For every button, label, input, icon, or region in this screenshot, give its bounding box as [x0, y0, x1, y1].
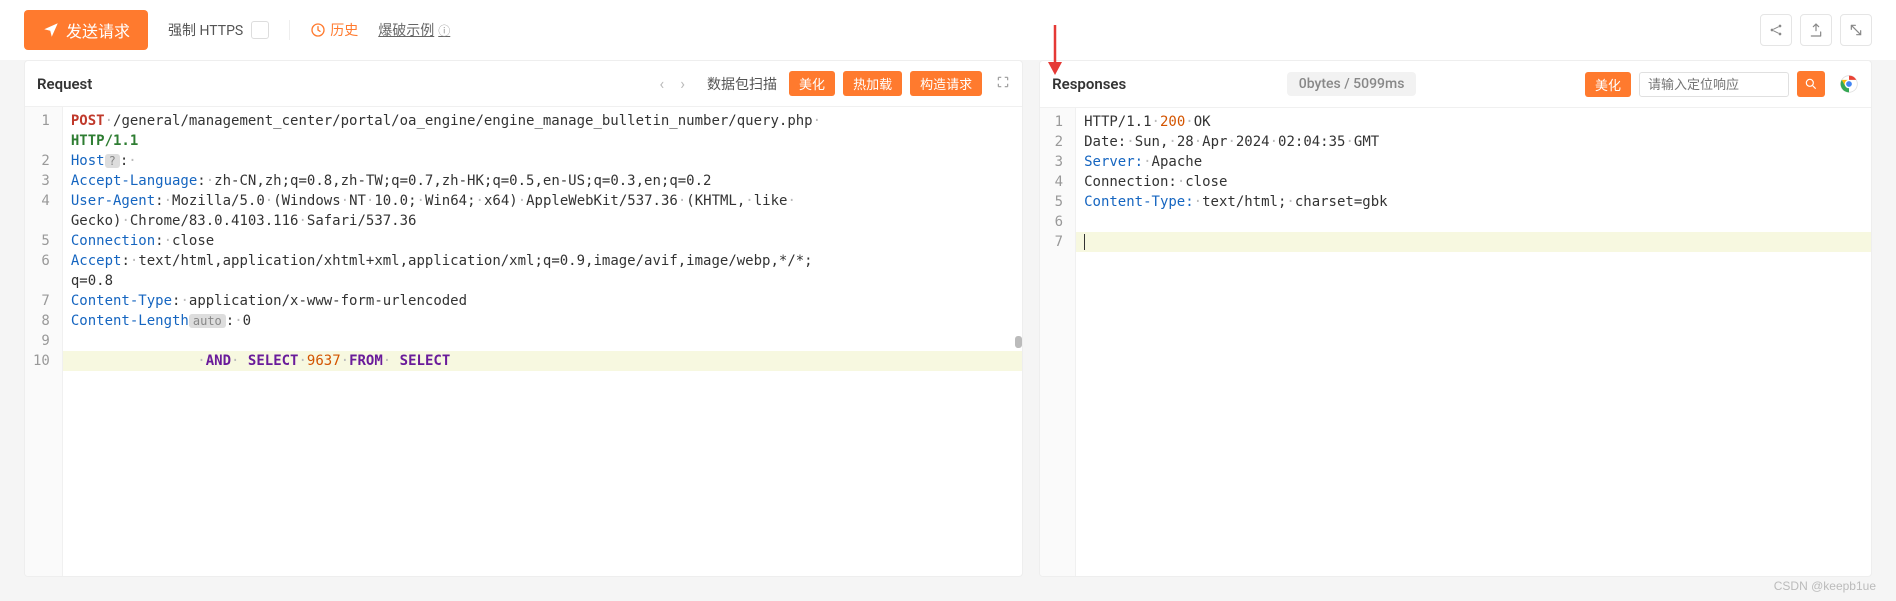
build-request-button[interactable]: 构造请求: [910, 71, 982, 96]
request-panel: Request ‹ › 数据包扫描 美化 热加载 构造请求 1234567891…: [24, 60, 1023, 577]
scrollbar-thumb[interactable]: [1015, 336, 1022, 348]
response-beautify-button[interactable]: 美化: [1585, 72, 1631, 97]
response-gutter: 1234567: [1040, 108, 1076, 576]
checkbox-icon[interactable]: [251, 21, 269, 39]
response-search-button[interactable]: [1797, 71, 1825, 97]
request-gutter: 12345678910: [25, 107, 63, 576]
response-code[interactable]: HTTP/1.1·200·OKDate:·Sun,·28·Apr·2024·02…: [1076, 108, 1871, 576]
prev-button[interactable]: ‹: [653, 72, 670, 95]
paper-plane-icon: [42, 21, 60, 39]
watermark: CSDN @keepb1ue: [1774, 579, 1876, 593]
send-request-button[interactable]: 发送请求: [24, 10, 148, 50]
response-status-pill: 0bytes / 5099ms: [1287, 72, 1417, 96]
response-title: Responses: [1052, 75, 1126, 93]
history-link[interactable]: 历史: [310, 20, 358, 40]
request-header: Request ‹ › 数据包扫描 美化 热加载 构造请求: [25, 61, 1022, 107]
request-editor[interactable]: 12345678910 POST·/general/management_cen…: [25, 107, 1022, 576]
scan-label[interactable]: 数据包扫描: [707, 74, 777, 94]
request-title: Request: [37, 75, 92, 93]
force-https-toggle[interactable]: 强制 HTTPS: [168, 20, 269, 40]
help-icon: ⓘ: [438, 22, 450, 39]
request-code[interactable]: POST·/general/management_center/portal/o…: [63, 107, 1022, 576]
beautify-button[interactable]: 美化: [789, 71, 835, 96]
open-external-button[interactable]: [1840, 14, 1872, 46]
fullscreen-icon[interactable]: [996, 75, 1010, 93]
clock-icon: [310, 22, 326, 38]
hot-load-button[interactable]: 热加载: [843, 71, 902, 96]
next-button[interactable]: ›: [674, 72, 691, 95]
brute-example-link[interactable]: 爆破示例 ⓘ: [378, 20, 450, 40]
divider: [289, 20, 290, 40]
response-header: Responses 0bytes / 5099ms 美化: [1040, 61, 1871, 108]
top-right-actions: [1760, 14, 1872, 46]
top-toolbar: 发送请求 强制 HTTPS 历史 爆破示例 ⓘ: [0, 0, 1896, 60]
response-search-input[interactable]: [1639, 72, 1789, 97]
external-icon: [1848, 22, 1864, 38]
example-label: 爆破示例: [378, 20, 434, 40]
share-button[interactable]: [1760, 14, 1792, 46]
chrome-icon[interactable]: [1839, 74, 1859, 94]
export-button[interactable]: [1800, 14, 1832, 46]
send-label: 发送请求: [66, 18, 130, 42]
response-editor[interactable]: 1234567 HTTP/1.1·200·OKDate:·Sun,·28·Apr…: [1040, 108, 1871, 576]
share-icon: [1768, 22, 1784, 38]
upload-icon: [1808, 22, 1824, 38]
search-icon: [1804, 77, 1818, 91]
response-panel: Responses 0bytes / 5099ms 美化 1234567 HTT…: [1039, 60, 1872, 577]
history-label: 历史: [330, 20, 358, 40]
force-https-label: 强制 HTTPS: [168, 20, 243, 40]
